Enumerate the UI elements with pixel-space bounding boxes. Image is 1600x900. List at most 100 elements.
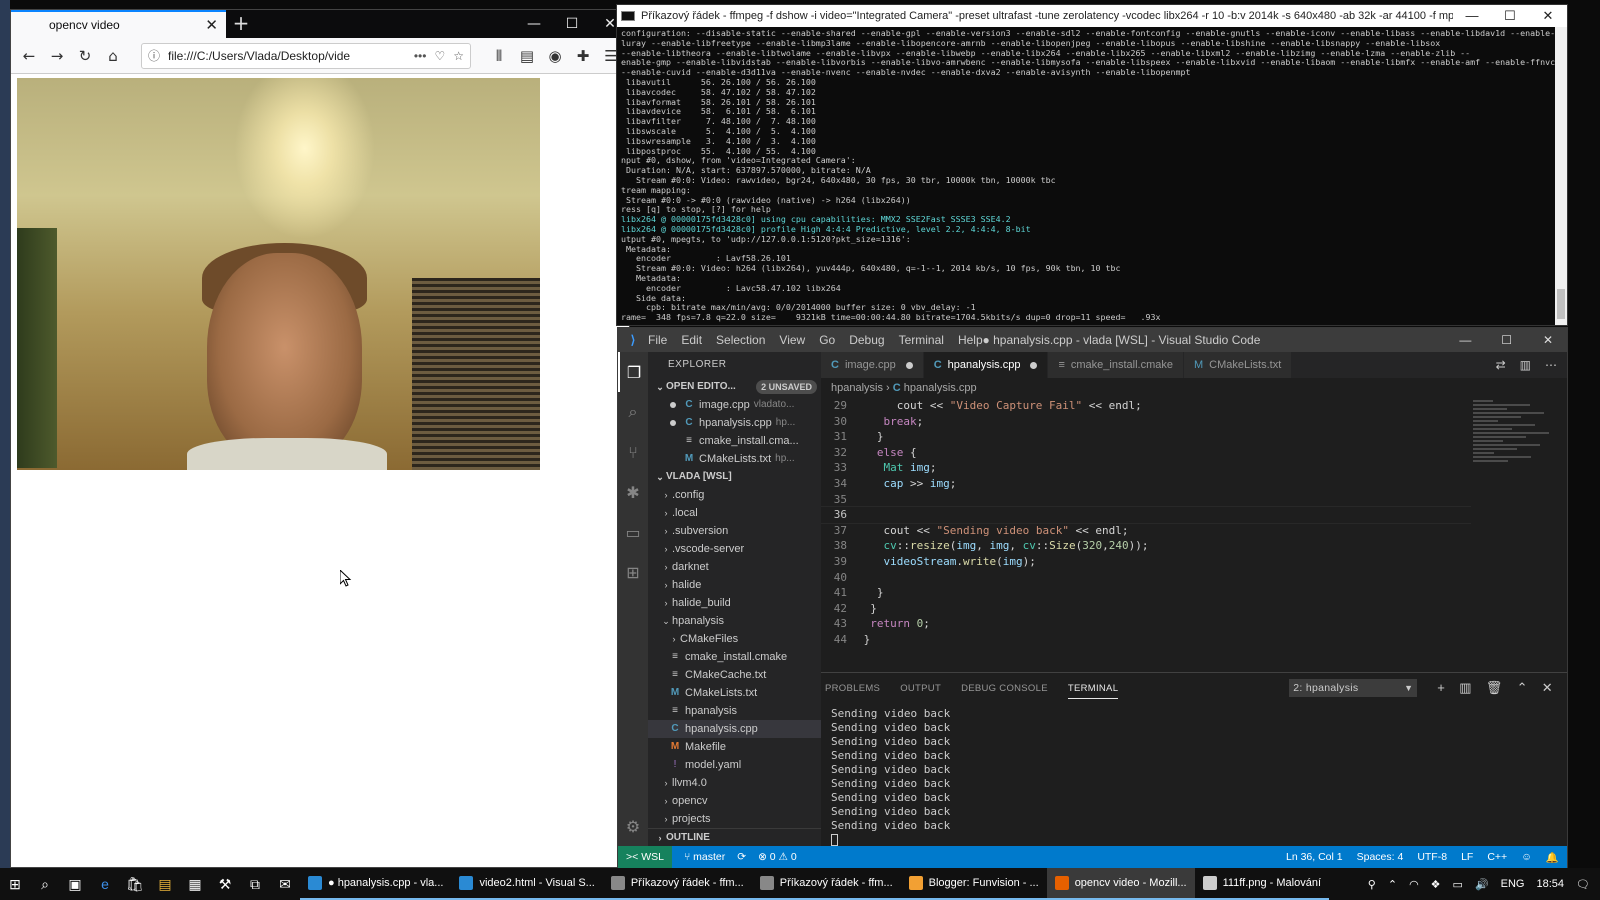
pinned-network-icon[interactable]: ⧉: [240, 876, 270, 893]
terminal-selector[interactable]: 2: hpanalysis ▼: [1289, 679, 1418, 697]
source-control-icon[interactable]: ⑂: [618, 432, 648, 472]
close-panel-icon[interactable]: ✕: [1542, 680, 1553, 696]
feedback-icon[interactable]: ☺: [1521, 851, 1532, 864]
tree-item[interactable]: › darknet: [648, 558, 821, 576]
open-editor-item[interactable]: Chpanalysis.cpp hp...: [648, 414, 821, 432]
close-window-icon[interactable]: ✕: [1529, 8, 1567, 24]
minimize-icon[interactable]: —: [1446, 333, 1484, 347]
firefox-tab-opencv-video[interactable]: opencv video ✕: [11, 10, 226, 38]
remote-indicator[interactable]: >< WSL: [618, 846, 672, 868]
battery-icon[interactable]: ▭: [1453, 878, 1463, 891]
forward-icon[interactable]: →: [45, 47, 69, 65]
home-icon[interactable]: ⌂: [101, 47, 125, 65]
account-icon[interactable]: ◉: [543, 47, 567, 65]
more-actions-icon[interactable]: ⋯: [1545, 358, 1557, 372]
start-icon[interactable]: ⊞: [0, 876, 30, 893]
tree-item[interactable]: › halide: [648, 576, 821, 594]
maximize-icon[interactable]: ☐: [1488, 333, 1526, 347]
language-mode[interactable]: C++: [1487, 851, 1507, 864]
maximize-icon[interactable]: ☐: [1491, 8, 1529, 24]
people-icon[interactable]: ⚲: [1368, 878, 1376, 891]
open-editors-section[interactable]: ⌄ OPEN EDITO... 2 UNSAVED: [648, 378, 821, 396]
extensions-icon[interactable]: ⊞: [618, 552, 648, 592]
wifi-icon[interactable]: ◠: [1409, 878, 1419, 891]
volume-icon[interactable]: 🔊: [1475, 878, 1489, 891]
code-editor[interactable]: 29 cout << "Video Capture Fail" << endl;…: [821, 398, 1471, 670]
cursor-position[interactable]: Ln 36, Col 1: [1286, 851, 1343, 864]
kill-terminal-icon[interactable]: 🗑: [1486, 680, 1503, 696]
taskbar-app[interactable]: video2.html - Visual S...: [451, 868, 603, 900]
dropbox-icon[interactable]: ❖: [1431, 878, 1441, 891]
taskbar-app[interactable]: Příkazový řádek - ffm...: [602, 868, 752, 900]
editor-tab[interactable]: Cimage.cpp: [821, 352, 924, 378]
settings-gear-icon[interactable]: ⚙: [618, 806, 648, 846]
panel-tab-output[interactable]: OUTPUT: [900, 683, 941, 694]
tree-item[interactable]: › CMakeFiles: [648, 630, 821, 648]
tree-item[interactable]: › halide_build: [648, 594, 821, 612]
maximize-icon[interactable]: ☐: [553, 10, 591, 38]
editor-tab[interactable]: Chpanalysis.cpp: [923, 352, 1049, 378]
taskbar-app[interactable]: Příkazový řádek - ffm...: [751, 868, 901, 900]
problems-indicator[interactable]: ⊗ 0 ⚠ 0: [758, 851, 797, 863]
tree-item[interactable]: M Makefile: [648, 738, 821, 756]
action-center-icon[interactable]: 🗨: [1576, 878, 1590, 891]
open-editor-item[interactable]: ≡ cmake_install.cma...: [648, 432, 821, 450]
sidebar-icon[interactable]: ▤: [515, 47, 539, 65]
task-view-icon[interactable]: ▣: [60, 876, 90, 893]
terminal-output[interactable]: Sending video back Sending video back Send…: [821, 703, 1567, 847]
clock[interactable]: 18:54: [1537, 878, 1565, 890]
pinned-tool-icon[interactable]: ⚒: [210, 876, 240, 893]
tree-item[interactable]: › opencv: [648, 792, 821, 810]
editor-tab[interactable]: M CMakeLists.txt: [1183, 352, 1293, 378]
open-editor-item[interactable]: M CMakeLists.txt hp...: [648, 450, 821, 468]
split-terminal-icon[interactable]: ▥: [1459, 680, 1472, 696]
extension-icon[interactable]: ✚: [571, 47, 595, 65]
new-terminal-icon[interactable]: +: [1437, 680, 1445, 696]
remote-explorer-icon[interactable]: ▭: [618, 512, 648, 552]
tree-item[interactable]: › .config: [648, 486, 821, 504]
tree-item[interactable]: ⌄ hpanalysis: [648, 612, 821, 630]
taskbar-app[interactable]: 111ff.png - Malování: [1194, 868, 1330, 900]
console-scrollbar[interactable]: [1555, 27, 1567, 325]
minimize-icon[interactable]: —: [515, 10, 553, 38]
close-tab-icon[interactable]: ✕: [205, 16, 218, 34]
debug-icon[interactable]: ✱: [618, 472, 648, 512]
workspace-section[interactable]: ⌄ VLADA [WSL]: [648, 468, 821, 486]
tree-item[interactable]: › .local: [648, 504, 821, 522]
pinned-app-icon[interactable]: ▦: [180, 876, 210, 893]
file-explorer-icon[interactable]: ▤: [150, 876, 180, 893]
close-window-icon[interactable]: ✕: [1529, 333, 1567, 347]
tree-item[interactable]: › projects: [648, 810, 821, 828]
minimize-icon[interactable]: —: [1453, 8, 1491, 24]
mail-icon[interactable]: ✉: [270, 876, 300, 893]
search-icon[interactable]: ⌕: [30, 876, 60, 893]
split-editor-icon[interactable]: ▥: [1520, 358, 1531, 372]
panel-tab-problems[interactable]: PROBLEMS: [825, 683, 880, 694]
tree-item[interactable]: ! model.yaml: [648, 756, 821, 774]
new-tab-icon[interactable]: +: [226, 10, 256, 38]
menu-selection[interactable]: Selection: [716, 333, 765, 347]
compare-icon[interactable]: ⇄: [1496, 358, 1506, 372]
outline-section[interactable]: › OUTLINE: [648, 828, 821, 846]
taskbar-app[interactable]: opencv video - Mozill...: [1046, 868, 1195, 900]
url-bar[interactable]: ⓘ file:///C:/Users/Vlada/Desktop/vide ••…: [141, 42, 471, 69]
tree-item[interactable]: Chpanalysis.cpp: [648, 720, 821, 738]
reload-icon[interactable]: ↻: [73, 47, 97, 65]
taskbar-app[interactable]: ● hpanalysis.cpp - vla...: [300, 868, 452, 900]
tree-item[interactable]: ≡ hpanalysis: [648, 702, 821, 720]
taskbar-app[interactable]: Blogger: Funvision - ...: [900, 868, 1047, 900]
tree-item[interactable]: › .vscode-server: [648, 540, 821, 558]
breadcrumb-file[interactable]: hpanalysis.cpp: [904, 382, 977, 394]
video-stream[interactable]: [17, 78, 540, 470]
library-icon[interactable]: ⫴: [487, 47, 511, 65]
search-icon[interactable]: ⌕: [618, 392, 648, 432]
indentation[interactable]: Spaces: 4: [1357, 851, 1404, 864]
store-icon[interactable]: 🛍: [120, 876, 150, 893]
menu-edit[interactable]: Edit: [681, 333, 702, 347]
tree-item[interactable]: › .subversion: [648, 522, 821, 540]
panel-tab-debug-console[interactable]: DEBUG CONSOLE: [961, 683, 1048, 694]
line-ending[interactable]: LF: [1461, 851, 1473, 864]
editor-scrollbar[interactable]: [1558, 398, 1568, 670]
menu-file[interactable]: File: [648, 333, 667, 347]
notifications-icon[interactable]: 🔔: [1546, 851, 1559, 864]
